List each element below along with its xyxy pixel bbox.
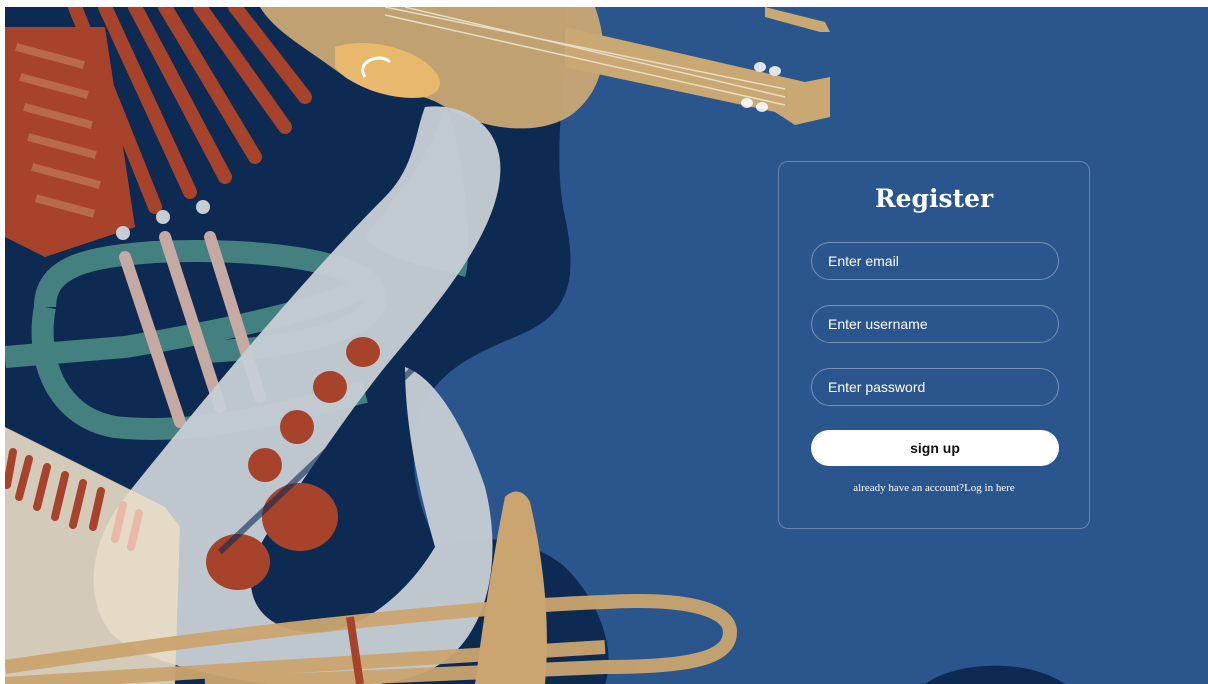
password-input[interactable] (811, 368, 1059, 406)
username-input[interactable] (811, 305, 1059, 343)
email-input[interactable] (811, 242, 1059, 280)
login-prompt-text: already have an account? (853, 482, 965, 494)
page-background: Register sign up already have an account… (5, 7, 1208, 684)
register-card: Register sign up already have an account… (778, 161, 1090, 529)
sign-up-button[interactable]: sign up (811, 430, 1059, 466)
register-title: Register (874, 184, 994, 213)
login-prompt: already have an account?Log in here (779, 482, 1089, 494)
login-link[interactable]: Log in here (964, 482, 1015, 494)
